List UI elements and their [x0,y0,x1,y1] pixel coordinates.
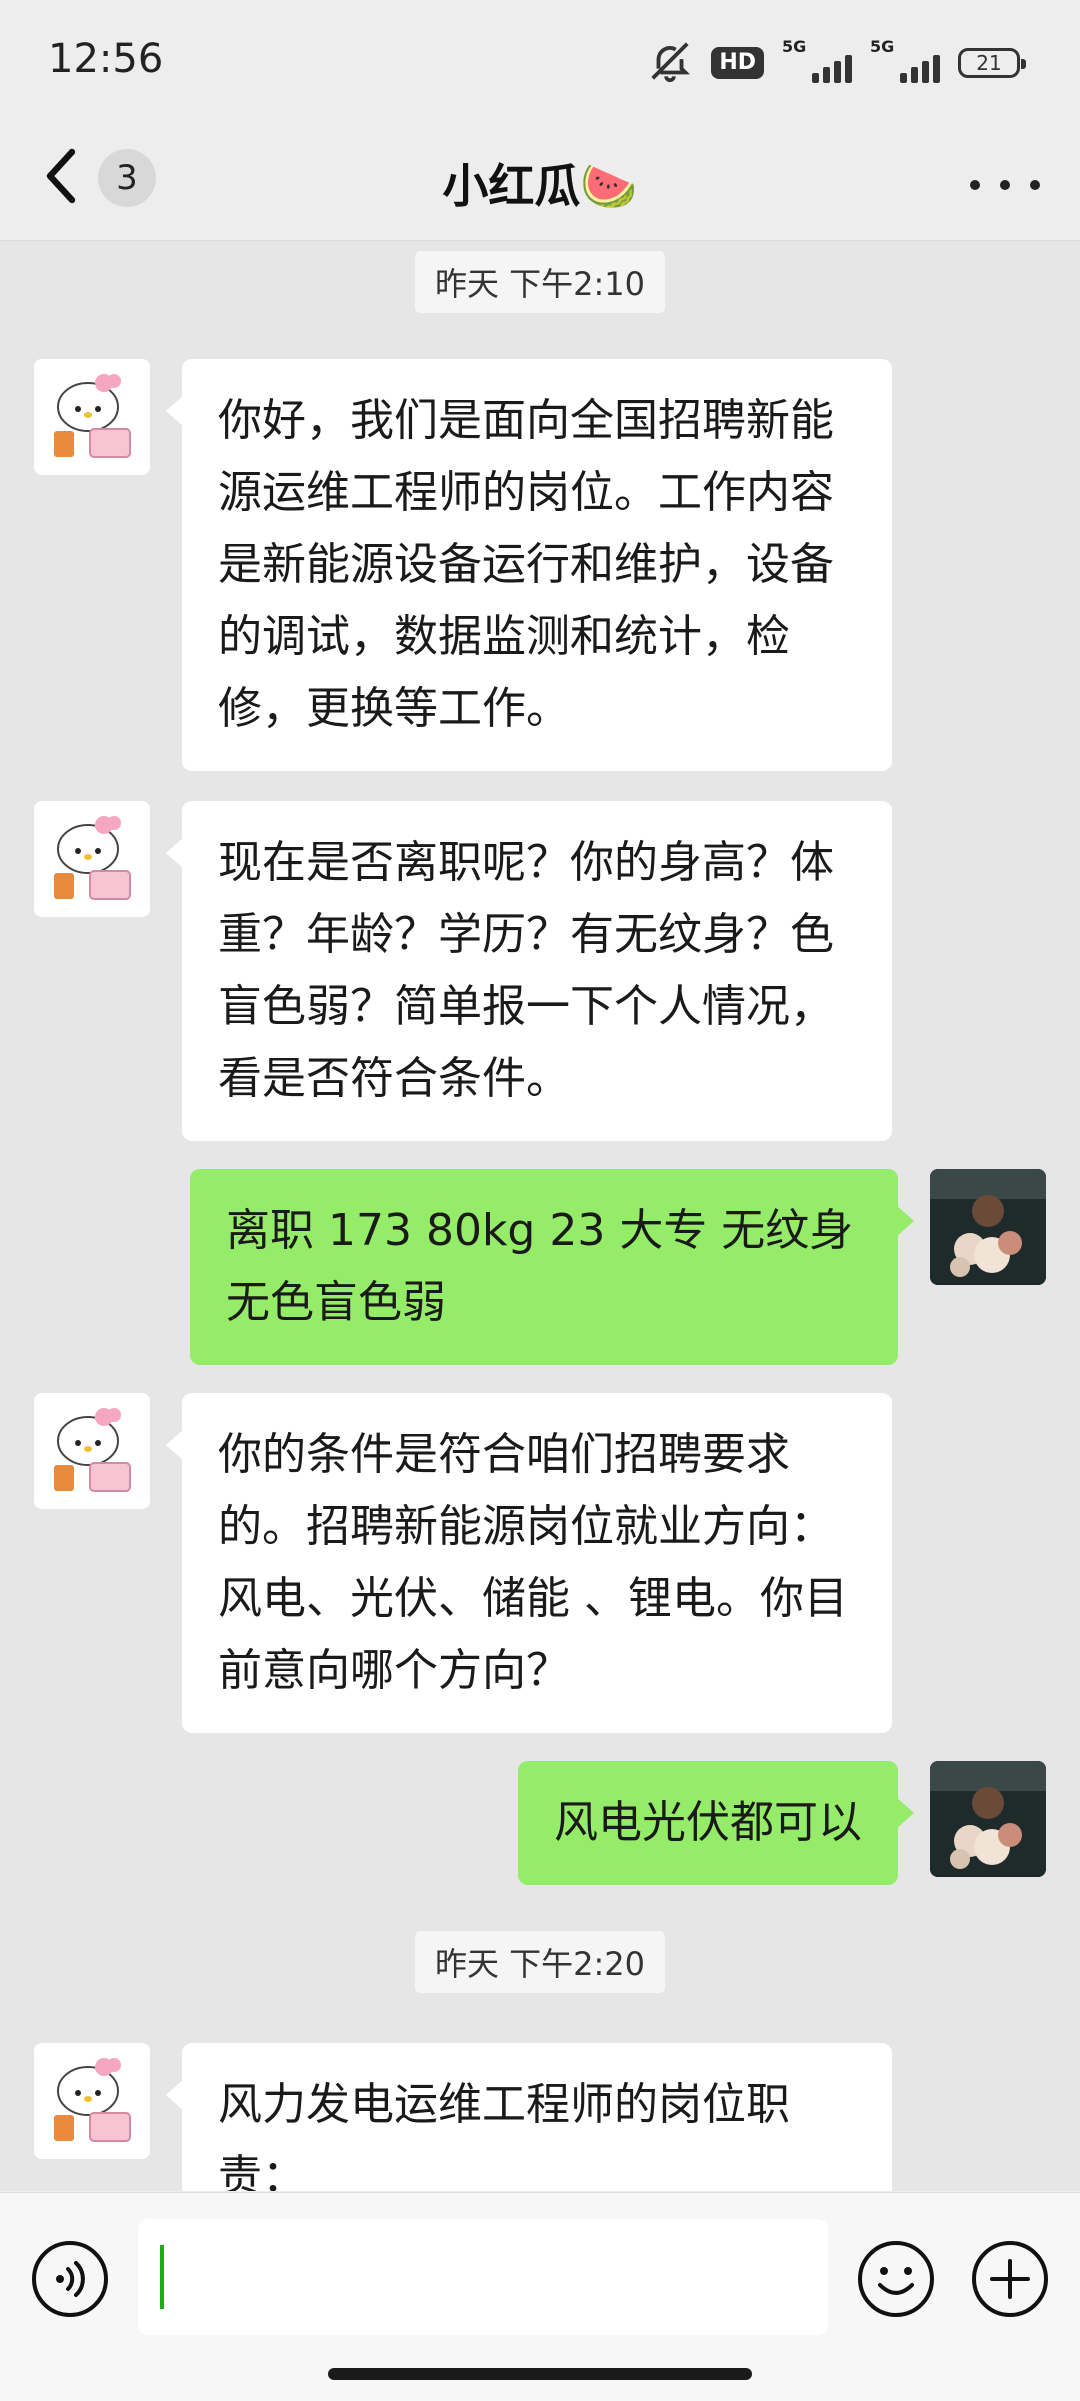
status-time: 12:56 [48,36,164,82]
message-input[interactable] [138,2219,828,2335]
received-message-bubble[interactable]: 风力发电运维工程师的岗位职责： [166,2043,892,2191]
signal-icon: 5G [782,37,852,83]
message-text: 风力发电运维工程师的岗位职责： [218,2079,790,2191]
chat-title: 小红瓜🍉 [442,159,638,213]
sent-message-bubble[interactable]: 离职 173 80kg 23 大专 无纹身 无色盲色弱 [190,1169,914,1365]
mute-icon [647,38,693,88]
plus-circle-icon [972,2241,1048,2317]
contact-avatar[interactable] [34,359,150,475]
message-text: 你好，我们是面向全国招聘新能源运维工程师的岗位。工作内容是新能源设备运行和维护，… [218,395,834,734]
timestamp: 昨天 下午2:10 [0,251,1080,313]
emoji-icon [858,2241,934,2317]
voice-icon [32,2241,108,2317]
message-text: 现在是否离职呢？你的身高？体重？年龄？学历？有无纹身？色盲色弱？简单报一下个人情… [218,837,834,1104]
message-text: 你的条件是符合咱们招聘要求的。招聘新能源岗位就业方向：风电、光伏、储能 、锂电。… [218,1429,848,1696]
message-text: 离职 173 80kg 23 大专 无纹身 无色盲色弱 [226,1205,854,1328]
chat-area[interactable]: 昨天 下午2:10 你好，我们是面向全国招聘新能源运维工程师的岗位。工作内容是新… [0,241,1080,2191]
contact-avatar[interactable] [34,801,150,917]
contact-avatar[interactable] [34,1393,150,1509]
received-message-bubble[interactable]: 你的条件是符合咱们招聘要求的。招聘新能源岗位就业方向：风电、光伏、储能 、锂电。… [166,1393,892,1733]
plus-button[interactable] [970,2239,1050,2319]
voice-button[interactable] [30,2239,110,2319]
signal-icon: 5G [870,37,940,83]
more-horizontal-icon[interactable] [970,180,980,190]
message-text: 风电光伏都可以 [554,1797,862,1848]
user-avatar[interactable] [930,1169,1046,1285]
user-avatar[interactable] [930,1761,1046,1877]
emoji-button[interactable] [856,2239,936,2319]
chat-header: 3 小红瓜🍉 [0,120,1080,241]
text-cursor [160,2245,164,2309]
status-bar: 12:56 HD 5G 5G 21 [0,0,1080,120]
received-message-bubble[interactable]: 你好，我们是面向全国招聘新能源运维工程师的岗位。工作内容是新能源设备运行和维护，… [166,359,892,771]
status-icons: HD 5G 5G 21 [647,37,1026,88]
sent-message-bubble[interactable]: 风电光伏都可以 [518,1761,914,1885]
home-indicator[interactable] [328,2368,752,2380]
hd-badge: HD [711,47,764,79]
contact-avatar[interactable] [34,2043,150,2159]
timestamp: 昨天 下午2:20 [0,1931,1080,1993]
received-message-bubble[interactable]: 现在是否离职呢？你的身高？体重？年龄？学历？有无纹身？色盲色弱？简单报一下个人情… [166,801,892,1141]
more-button[interactable] [970,160,1040,210]
battery-icon: 21 [958,48,1026,78]
